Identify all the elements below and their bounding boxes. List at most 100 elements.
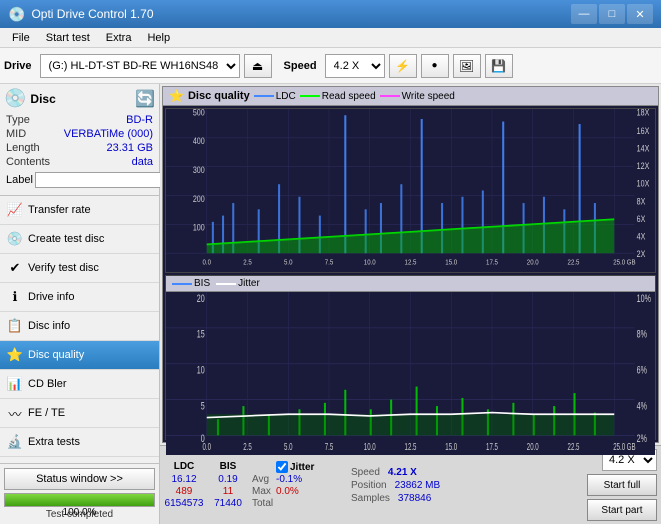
svg-text:5.0: 5.0: [284, 442, 293, 453]
disc-mid-value: VERBATiMe (000): [64, 128, 153, 140]
disc-contents-value: data: [132, 156, 153, 168]
window-controls: — □ ✕: [571, 4, 653, 24]
speed-select-toolbar[interactable]: 4.2 X: [325, 54, 385, 78]
position-label: Position: [351, 480, 387, 491]
sidebar-status: Status window >> 100.0% Test completed: [0, 463, 159, 524]
toolbar-btn-1[interactable]: ⚡: [389, 54, 417, 78]
cd-bler-icon: 📊: [6, 375, 24, 393]
legend-ldc: LDC: [254, 91, 296, 102]
eject-button[interactable]: ⏏: [244, 54, 272, 78]
close-button[interactable]: ✕: [627, 4, 653, 24]
maximize-button[interactable]: □: [599, 4, 625, 24]
disc-header: 💿 Disc 🔄: [4, 88, 155, 109]
create-test-disc-icon: 💿: [6, 230, 24, 248]
svg-text:10X: 10X: [637, 179, 650, 189]
legend-write: Write speed: [380, 91, 455, 102]
svg-text:10.0: 10.0: [364, 442, 376, 453]
minimize-button[interactable]: —: [571, 4, 597, 24]
verify-test-disc-icon: ✔: [6, 259, 24, 277]
toolbar-btn-4[interactable]: 💾: [485, 54, 513, 78]
disc-contents-label: Contents: [6, 156, 50, 168]
svg-text:12.5: 12.5: [405, 442, 417, 453]
chart-header: ⭐ Disc quality LDC Read speed Write spee…: [163, 87, 658, 106]
avg-label: Avg: [252, 474, 272, 485]
sidebar-item-label: Verify test disc: [28, 262, 99, 274]
jitter-checkbox[interactable]: [276, 461, 288, 473]
legend-label-read: Read speed: [322, 91, 376, 102]
sidebar-item-transfer-rate[interactable]: 📈 Transfer rate: [0, 196, 159, 225]
chart-panel: ⭐ Disc quality LDC Read speed Write spee…: [162, 86, 659, 443]
disc-type-label: Type: [6, 114, 30, 126]
svg-text:25.0 GB: 25.0 GB: [613, 442, 635, 453]
svg-text:300: 300: [193, 165, 205, 175]
legend-bis: BIS: [172, 278, 210, 289]
content-area: ⭐ Disc quality LDC Read speed Write spee…: [160, 84, 661, 524]
svg-text:100: 100: [193, 223, 205, 233]
disc-icon: 💿: [4, 88, 26, 109]
nav-items: 📈 Transfer rate 💿 Create test disc ✔ Ver…: [0, 196, 159, 463]
avg-ldc: 16.12: [164, 474, 204, 485]
start-part-button[interactable]: Start part: [587, 499, 657, 521]
sidebar-item-verify-test-disc[interactable]: ✔ Verify test disc: [0, 254, 159, 283]
jitter-checkbox-group: Jitter: [276, 461, 331, 473]
menu-start-test[interactable]: Start test: [38, 30, 98, 46]
svg-text:7.5: 7.5: [325, 442, 334, 453]
svg-text:16X: 16X: [637, 126, 650, 136]
upper-chart: 500 400 300 200 100 18X 16X 14X 12X 10X …: [165, 108, 656, 273]
disc-type-value: BD-R: [126, 114, 153, 126]
svg-text:17.5: 17.5: [486, 259, 498, 267]
legend-label-ldc: LDC: [276, 91, 296, 102]
svg-text:0.0: 0.0: [203, 259, 212, 267]
chart-header-icon: ⭐: [169, 89, 184, 103]
sidebar-item-label: Disc info: [28, 320, 70, 332]
stats-header-row: LDC BIS Jitter: [164, 461, 331, 473]
title-bar: 💿 Opti Drive Control 1.70 — □ ✕: [0, 0, 661, 28]
legend-color-bis: [172, 283, 192, 285]
main-layout: 💿 Disc 🔄 Type BD-R MID VERBATiMe (000) L…: [0, 84, 661, 524]
total-bis: 71440: [208, 498, 248, 509]
lower-chart: BIS Jitter: [165, 275, 656, 440]
drive-info-icon: ℹ: [6, 288, 24, 306]
avg-bis: 0.19: [208, 474, 248, 485]
sidebar-item-create-test-disc[interactable]: 💿 Create test disc: [0, 225, 159, 254]
svg-text:4%: 4%: [637, 400, 648, 413]
sidebar-item-drive-info[interactable]: ℹ Drive info: [0, 283, 159, 312]
sidebar-item-label: Create test disc: [28, 233, 104, 245]
avg-jitter: -0.1%: [276, 474, 331, 485]
start-full-button[interactable]: Start full: [587, 474, 657, 496]
sidebar-item-extra-tests[interactable]: 🔬 Extra tests: [0, 428, 159, 457]
menu-file[interactable]: File: [4, 30, 38, 46]
toolbar-btn-2[interactable]: ●: [421, 54, 449, 78]
svg-text:500: 500: [193, 109, 205, 117]
samples-row: Samples 378846: [351, 493, 440, 504]
app-title: Opti Drive Control 1.70: [31, 7, 571, 21]
toolbar-btn-3[interactable]: 🖼: [453, 54, 481, 78]
position-row: Position 23862 MB: [351, 480, 440, 491]
disc-length-row: Length 23.31 GB: [4, 141, 155, 155]
svg-text:5.0: 5.0: [284, 259, 293, 267]
svg-text:0.0: 0.0: [203, 442, 212, 453]
label-text: Label: [6, 174, 33, 186]
stats-total-row: 6154573 71440 Total: [164, 498, 331, 509]
samples-label: Samples: [351, 493, 390, 504]
disc-refresh-icon[interactable]: 🔄: [135, 89, 155, 109]
transfer-rate-icon: 📈: [6, 201, 24, 219]
svg-text:400: 400: [193, 136, 205, 146]
menu-extra[interactable]: Extra: [98, 30, 140, 46]
label-input[interactable]: [35, 172, 173, 188]
disc-quality-icon: ⭐: [6, 346, 24, 364]
sidebar-item-fe-te[interactable]: 〰 FE / TE: [0, 399, 159, 428]
svg-text:12.5: 12.5: [405, 259, 417, 267]
sidebar-item-disc-info[interactable]: 📋 Disc info: [0, 312, 159, 341]
svg-text:15.0: 15.0: [445, 259, 457, 267]
drive-select[interactable]: (G:) HL-DT-ST BD-RE WH16NS48 1.D3: [40, 54, 240, 78]
sidebar-item-cd-bler[interactable]: 📊 CD Bler: [0, 370, 159, 399]
menu-help[interactable]: Help: [139, 30, 178, 46]
sidebar-item-disc-quality[interactable]: ⭐ Disc quality: [0, 341, 159, 370]
total-ldc: 6154573: [164, 498, 204, 509]
status-window-button[interactable]: Status window >>: [4, 468, 155, 490]
speed-stat-value: 4.21 X: [388, 467, 417, 478]
disc-label-row: Label 🔍: [4, 169, 155, 191]
legend-label-jitter: Jitter: [238, 278, 260, 289]
disc-length-label: Length: [6, 142, 40, 154]
